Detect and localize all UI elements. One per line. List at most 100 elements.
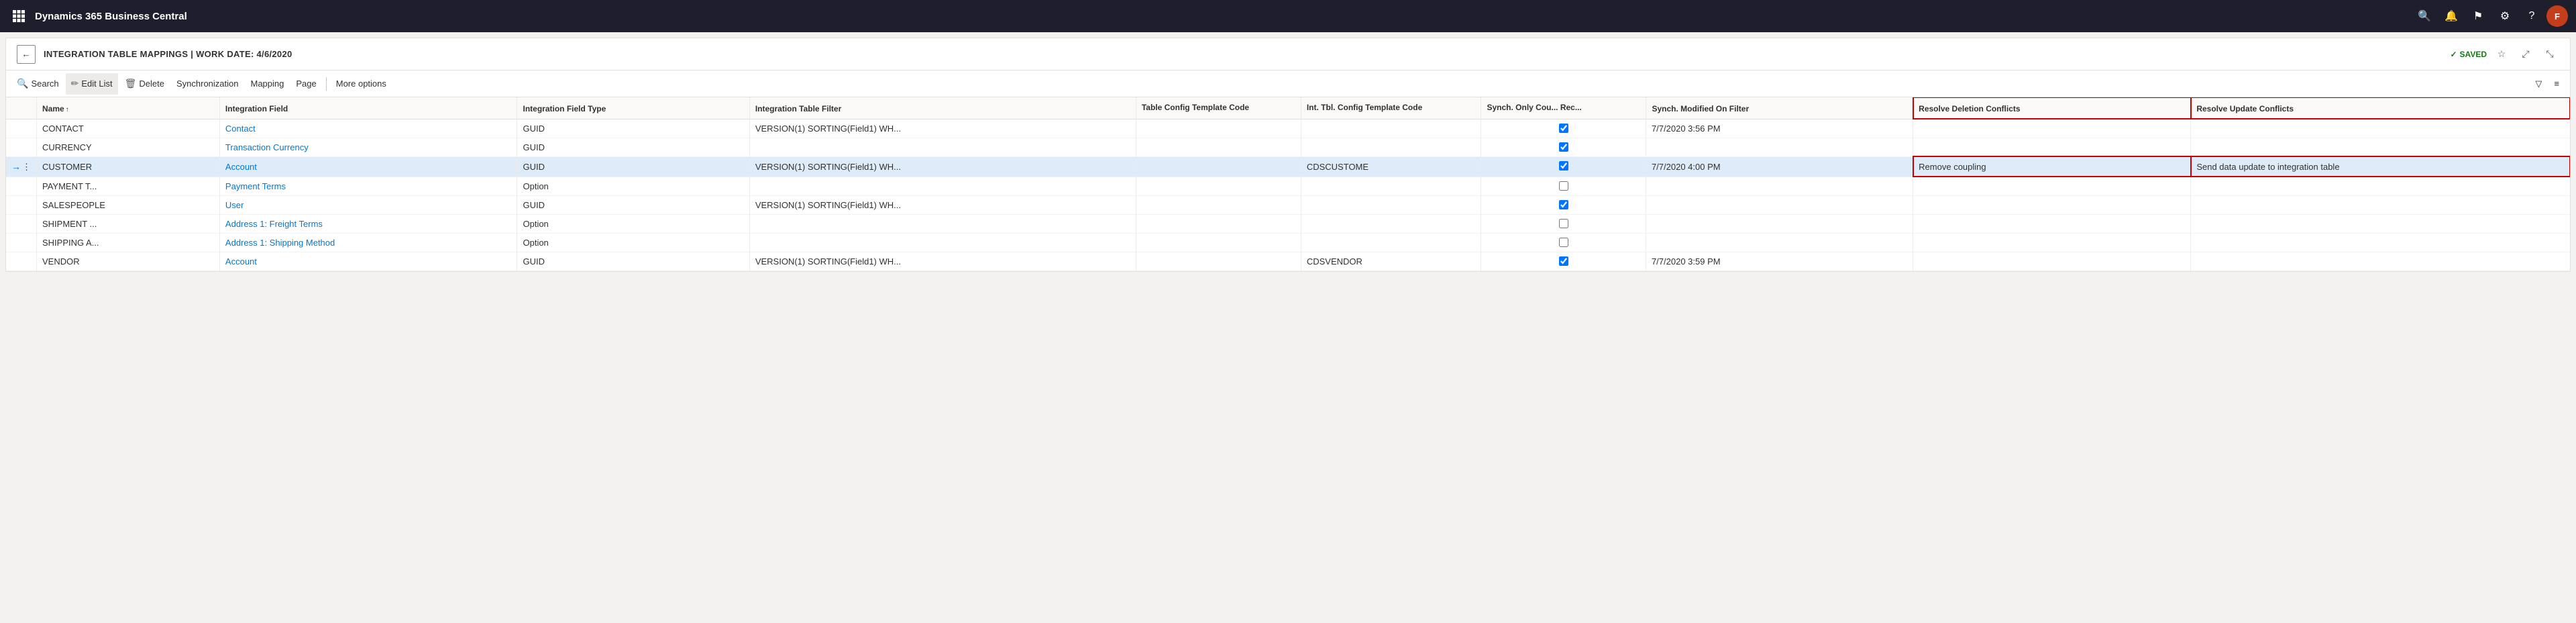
toolbar-separator <box>326 77 327 91</box>
synch-only-coupled-checkbox[interactable] <box>1559 219 1568 228</box>
table-row[interactable]: VENDORAccountGUIDVERSION(1) SORTING(Fiel… <box>6 252 2570 271</box>
row-indicator <box>6 233 37 252</box>
cell-integration-field[interactable]: Account <box>219 252 517 271</box>
cell-integration-field-type: GUID <box>517 252 749 271</box>
settings-icon-btn[interactable]: ⚙ <box>2493 4 2517 28</box>
cell-integration-field[interactable]: Contact <box>219 119 517 138</box>
cell-name: SHIPPING A... <box>37 233 220 252</box>
cell-integration-field[interactable]: Address 1: Freight Terms <box>219 214 517 233</box>
synch-only-coupled-checkbox[interactable] <box>1559 161 1568 171</box>
synch-only-coupled-checkbox[interactable] <box>1559 181 1568 191</box>
cell-int-tbl-config-template-code: CDSCUSTOME <box>1301 156 1481 177</box>
table-row[interactable]: →⋮CUSTOMERAccountGUIDVERSION(1) SORTING(… <box>6 156 2570 177</box>
table-row[interactable]: SHIPMENT ...Address 1: Freight TermsOpti… <box>6 214 2570 233</box>
cell-table-config-template-code <box>1136 156 1301 177</box>
collapse-button[interactable]: ⤡ <box>2540 45 2559 64</box>
th-integration-field-type[interactable]: Integration Field Type <box>517 97 749 119</box>
synch-only-coupled-checkbox[interactable] <box>1559 124 1568 133</box>
cell-resolve-update-conflicts <box>2191 138 2570 156</box>
table-row[interactable]: PAYMENT T...Payment TermsOption <box>6 177 2570 195</box>
right-toolbar-icons: ▽ ≡ <box>2530 73 2565 95</box>
table-container: Name↑ Integration Field Integration Fiel… <box>6 97 2570 271</box>
synch-only-coupled-checkbox[interactable] <box>1559 142 1568 152</box>
th-integration-table-filter[interactable]: Integration Table Filter <box>749 97 1136 119</box>
mapping-button[interactable]: Mapping <box>245 73 289 95</box>
cell-synch-only-coupled-records[interactable] <box>1481 215 1646 232</box>
cell-resolve-update-conflicts <box>2191 177 2570 195</box>
cell-integration-table-filter <box>749 138 1136 156</box>
cell-integration-field[interactable]: Payment Terms <box>219 177 517 195</box>
cell-integration-field[interactable]: Transaction Currency <box>219 138 517 156</box>
cell-synch-only-coupled-records[interactable] <box>1481 177 1646 195</box>
th-name[interactable]: Name↑ <box>37 97 220 119</box>
th-table-config-template-code[interactable]: Table Config Template Code <box>1136 97 1301 119</box>
cell-synch-only-coupled-records[interactable] <box>1481 157 1646 175</box>
cell-resolve-update-conflicts <box>2191 214 2570 233</box>
row-indicator <box>6 119 37 138</box>
view-button[interactable]: ≡ <box>2548 73 2565 95</box>
cell-integration-field[interactable]: User <box>219 195 517 214</box>
cell-synch-only-coupled-records[interactable] <box>1481 252 1646 270</box>
cell-int-tbl-config-template-code <box>1301 177 1481 195</box>
cell-synch-modified-on-filter <box>1646 233 1913 252</box>
search-button[interactable]: 🔍 Search <box>11 73 64 95</box>
cell-resolve-deletion-conflicts <box>1913 119 2191 138</box>
cell-integration-table-filter: VERSION(1) SORTING(Field1) WH... <box>749 156 1136 177</box>
synchronization-button[interactable]: Synchronization <box>171 73 244 95</box>
user-avatar[interactable]: F <box>2546 5 2568 27</box>
help-icon-btn[interactable]: ? <box>2520 4 2544 28</box>
search-icon-btn[interactable]: 🔍 <box>2412 4 2436 28</box>
cell-synch-only-coupled-records[interactable] <box>1481 196 1646 213</box>
th-synch-modified-on-filter[interactable]: Synch. Modified On Filter <box>1646 97 1913 119</box>
cell-resolve-deletion-conflicts <box>1913 177 2191 195</box>
filter-icon: ▽ <box>2535 79 2542 89</box>
page-container: ← INTEGRATION TABLE MAPPINGS | WORK DATE… <box>5 38 2571 272</box>
synch-only-coupled-checkbox[interactable] <box>1559 238 1568 247</box>
synch-only-coupled-checkbox[interactable] <box>1559 256 1568 266</box>
cell-synch-only-coupled-records[interactable] <box>1481 138 1646 156</box>
cell-int-tbl-config-template-code <box>1301 195 1481 214</box>
th-integration-field[interactable]: Integration Field <box>219 97 517 119</box>
saved-indicator: ✓ SAVED <box>2450 50 2487 59</box>
cell-integration-table-filter: VERSION(1) SORTING(Field1) WH... <box>749 119 1136 138</box>
cell-integration-field[interactable]: Address 1: Shipping Method <box>219 233 517 252</box>
table-row[interactable]: SHIPPING A...Address 1: Shipping MethodO… <box>6 233 2570 252</box>
bookmark-button[interactable]: ☆ <box>2492 45 2511 64</box>
cell-int-tbl-config-template-code <box>1301 214 1481 233</box>
cell-synch-only-coupled-records[interactable] <box>1481 234 1646 251</box>
filter-button[interactable]: ▽ <box>2530 73 2547 95</box>
open-new-tab-button[interactable]: ⤢ <box>2516 45 2535 64</box>
notification-icon-btn[interactable]: 🔔 <box>2439 4 2463 28</box>
cell-name: VENDOR <box>37 252 220 271</box>
cell-resolve-update-conflicts <box>2191 233 2570 252</box>
table-row[interactable]: SALESPEOPLEUserGUIDVERSION(1) SORTING(Fi… <box>6 195 2570 214</box>
synch-only-coupled-checkbox[interactable] <box>1559 200 1568 209</box>
delete-button[interactable]: 🗑 Delete <box>119 73 170 95</box>
flag-icon-btn[interactable]: ⚑ <box>2466 4 2490 28</box>
cell-synch-modified-on-filter <box>1646 177 1913 195</box>
more-options-button[interactable]: More options <box>331 73 392 95</box>
page-button[interactable]: Page <box>290 73 321 95</box>
cell-integration-field-type: GUID <box>517 138 749 156</box>
row-context-menu-icon[interactable]: ⋮ <box>22 162 31 172</box>
cell-integration-field-type: GUID <box>517 119 749 138</box>
cell-synch-only-coupled-records[interactable] <box>1481 119 1646 137</box>
th-resolve-update-conflicts[interactable]: Resolve Update Conflicts <box>2191 97 2570 119</box>
table-row[interactable]: CONTACTContactGUIDVERSION(1) SORTING(Fie… <box>6 119 2570 138</box>
th-int-tbl-config-template-code[interactable]: Int. Tbl. Config Template Code <box>1301 97 1481 119</box>
cell-resolve-deletion-conflicts: Remove coupling <box>1913 156 2191 177</box>
cell-name: CUSTOMER <box>37 156 220 177</box>
waffle-menu-button[interactable] <box>8 5 30 27</box>
th-resolve-deletion-conflicts[interactable]: Resolve Deletion Conflicts <box>1913 97 2191 119</box>
back-button[interactable]: ← <box>17 45 36 64</box>
cell-table-config-template-code <box>1136 195 1301 214</box>
table-row[interactable]: CURRENCYTransaction CurrencyGUID <box>6 138 2570 156</box>
cell-table-config-template-code <box>1136 233 1301 252</box>
th-synch-only-coupled-records[interactable]: Synch. Only Cou... Rec... <box>1481 97 1646 119</box>
cell-integration-field[interactable]: Account <box>219 156 517 177</box>
cell-resolve-update-conflicts: Send data update to integration table <box>2191 156 2570 177</box>
topbar: Dynamics 365 Business Central 🔍 🔔 ⚑ ⚙ ? … <box>0 0 2576 32</box>
edit-list-button[interactable]: ✏ Edit List <box>66 73 118 95</box>
toolbar: 🔍 Search ✏ Edit List 🗑 Delete Synchroniz… <box>6 70 2570 97</box>
table-header-row: Name↑ Integration Field Integration Fiel… <box>6 97 2570 119</box>
